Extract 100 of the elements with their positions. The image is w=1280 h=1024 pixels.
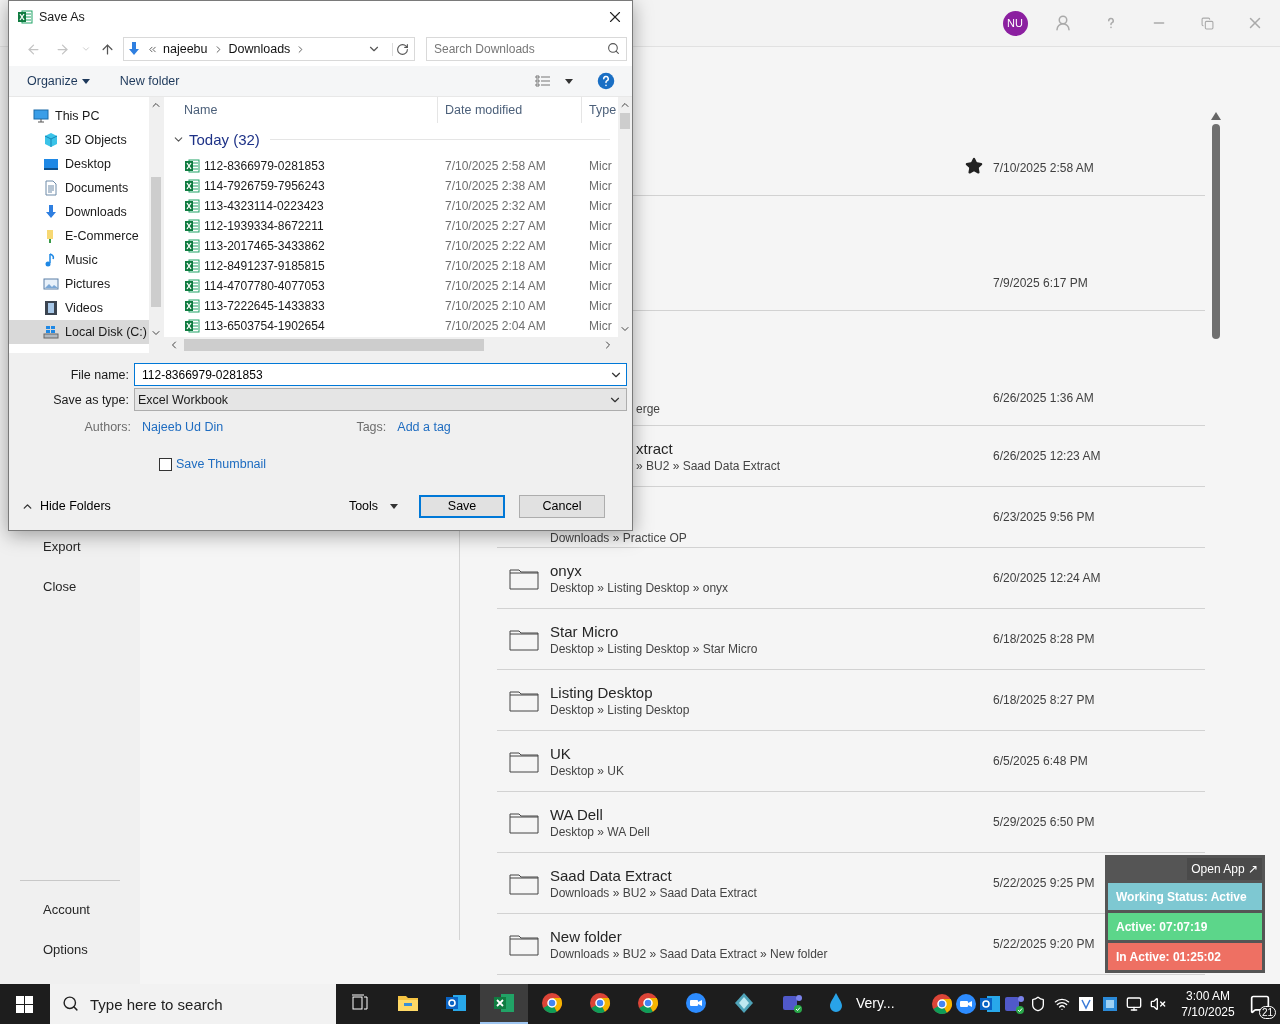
nav-pane-item[interactable]: Downloads xyxy=(9,200,150,224)
recent-item-path: Desktop » UK xyxy=(550,763,626,778)
save-type-dropdown[interactable]: Excel Workbook xyxy=(134,388,627,411)
group-header[interactable]: Today (32) xyxy=(189,131,260,148)
authors-link[interactable]: Najeeb Ud Din xyxy=(142,420,224,434)
file-name[interactable]: 114-4707780-4077053 xyxy=(164,278,438,294)
hide-folders-button[interactable]: Hide Folders xyxy=(21,499,111,513)
recent-item-name[interactable]: Listing Desktop xyxy=(550,683,955,701)
refresh-icon[interactable] xyxy=(392,42,409,56)
breadcrumb-item[interactable]: Downloads xyxy=(228,42,291,56)
backstage-nav-item[interactable]: Options xyxy=(0,929,140,969)
nav-pane-item[interactable]: Local Disk (C:) xyxy=(9,320,150,344)
address-bar[interactable]: najeebu Downloads xyxy=(123,37,415,61)
nav-pane-item[interactable]: Music xyxy=(9,248,150,272)
scrollbar-thumb[interactable] xyxy=(1212,124,1220,339)
taskbar-app[interactable]: Very... xyxy=(816,984,903,1024)
monitor-icon[interactable] xyxy=(1126,996,1142,1012)
nav-pane-item[interactable]: 3D Objects xyxy=(9,128,150,152)
notification-button[interactable]: 21 xyxy=(1240,984,1280,1024)
shield-icon[interactable] xyxy=(1030,996,1046,1012)
cancel-button[interactable]: Cancel xyxy=(519,494,606,518)
recent-item-name[interactable]: Saad Data Extract xyxy=(550,866,955,884)
recent-item-path: Downloads » Practice OP xyxy=(550,531,688,545)
file-name[interactable]: 113-4323114-0223423 xyxy=(164,198,438,214)
recent-item-date: 6/18/2025 8:27 PM xyxy=(993,693,1096,707)
speaker-muted-icon[interactable] xyxy=(1150,996,1166,1012)
cube-icon xyxy=(43,132,59,148)
nav-pane-item[interactable]: Documents xyxy=(9,176,150,200)
recent-item-name[interactable]: xtract xyxy=(636,439,955,457)
recent-item-name[interactable]: UK xyxy=(550,744,955,762)
open-app-button[interactable]: Open App ↗ xyxy=(1187,858,1262,880)
recent-item-date: 5/22/2025 9:20 PM xyxy=(993,937,1096,951)
breadcrumb-item[interactable]: najeebu xyxy=(163,42,208,56)
recent-item-name[interactable]: onyx xyxy=(550,561,955,579)
scrollbar-thumb[interactable] xyxy=(151,177,162,307)
file-type: Micr xyxy=(588,239,613,253)
file-name[interactable]: 112-1939334-8672211 xyxy=(164,218,438,234)
nav-pane-item[interactable]: E-Commerce xyxy=(9,224,150,248)
file-type: Micr xyxy=(588,179,613,193)
recent-item-name[interactable]: New folder xyxy=(550,927,955,945)
app-tray-icon[interactable] xyxy=(1078,996,1094,1012)
file-name[interactable]: 113-2017465-3433862 xyxy=(164,238,438,254)
column-header[interactable]: Type xyxy=(582,97,616,123)
file-name[interactable]: 113-6503754-1902654 xyxy=(164,318,438,334)
taskbar-app[interactable] xyxy=(480,984,528,1024)
recent-item-path: Downloads » BU2 » Saad Data Extract » New folder xyxy=(550,946,829,961)
browser-icon xyxy=(540,991,564,1015)
backstage-nav-item[interactable]: Account xyxy=(0,889,140,929)
file-name[interactable]: 112-8366979-0281853 xyxy=(164,158,438,174)
spreadsheet-file-icon xyxy=(184,278,200,294)
browser-icon xyxy=(636,991,660,1015)
spreadsheet-file-icon xyxy=(184,318,200,334)
film-icon xyxy=(43,300,59,316)
spreadsheet-app-icon xyxy=(492,991,516,1015)
file-name[interactable]: 114-7926759-7956243 xyxy=(164,178,438,194)
nav-pane-item[interactable]: Videos xyxy=(9,296,150,320)
file-name[interactable]: 113-7222645-1433833 xyxy=(164,298,438,314)
search-field[interactable]: Search Downloads xyxy=(426,37,627,61)
file-type: Micr xyxy=(588,319,613,333)
scroll-up-icon[interactable] xyxy=(1211,112,1221,120)
clock[interactable]: 3:00 AM 7/10/2025 xyxy=(1176,988,1240,1020)
recent-item-date: 6/26/2025 12:23 AM xyxy=(993,449,1102,463)
recent-item-name[interactable]: Star Micro xyxy=(550,622,955,640)
file-type: Micr xyxy=(588,159,613,173)
file-date: 7/10/2025 2:18 AM xyxy=(444,259,547,273)
new-folder-button[interactable]: New folder xyxy=(117,71,182,91)
nav-pane-item[interactable]: This PC xyxy=(9,104,150,128)
column-header[interactable]: Date modified xyxy=(438,97,582,123)
backstage-nav-item[interactable]: Close xyxy=(0,566,140,606)
file-date: 7/10/2025 2:38 AM xyxy=(444,179,547,193)
search-icon[interactable] xyxy=(607,42,620,55)
pin-star-icon[interactable] xyxy=(965,157,983,175)
file-type: Micr xyxy=(588,199,613,213)
column-header[interactable]: Name xyxy=(164,97,438,123)
scrollbar-thumb[interactable] xyxy=(620,113,630,129)
field-label: File name: xyxy=(69,367,129,382)
network-icon[interactable] xyxy=(1054,996,1070,1012)
nav-pane-item[interactable]: Pictures xyxy=(9,272,150,296)
help-icon[interactable] xyxy=(597,72,616,90)
field-label: Authors: xyxy=(83,420,131,434)
save-button[interactable]: Save xyxy=(419,494,506,518)
nav-pane-item[interactable]: Desktop xyxy=(9,152,150,176)
checkbox-label[interactable]: Save Thumbnail xyxy=(176,457,267,471)
file-date: 7/10/2025 2:32 AM xyxy=(444,199,547,213)
tools-button[interactable]: Tools xyxy=(348,499,399,513)
recent-item-date: 6/5/2025 6:48 PM xyxy=(993,754,1089,768)
left-arrow-icon xyxy=(26,41,41,57)
file-name-field[interactable]: 112-8366979-0281853 xyxy=(134,363,627,386)
save-thumbnail-checkbox[interactable] xyxy=(159,457,172,471)
view-options-button[interactable] xyxy=(533,72,576,90)
scrollbar-thumb[interactable] xyxy=(184,339,484,351)
browser-icon xyxy=(930,992,954,1016)
add-tag-link[interactable]: Add a tag xyxy=(397,420,451,434)
recent-item-name[interactable]: WA Dell xyxy=(550,805,955,823)
app-tray-icon[interactable] xyxy=(1102,996,1118,1012)
file-name[interactable]: 112-8491237-9185815 xyxy=(164,258,438,274)
user-avatar[interactable]: NU xyxy=(1002,10,1028,36)
document-icon xyxy=(43,180,59,196)
organize-button[interactable]: Organize xyxy=(25,71,92,91)
taskbar-search-field[interactable]: Type here to search xyxy=(50,984,336,1024)
